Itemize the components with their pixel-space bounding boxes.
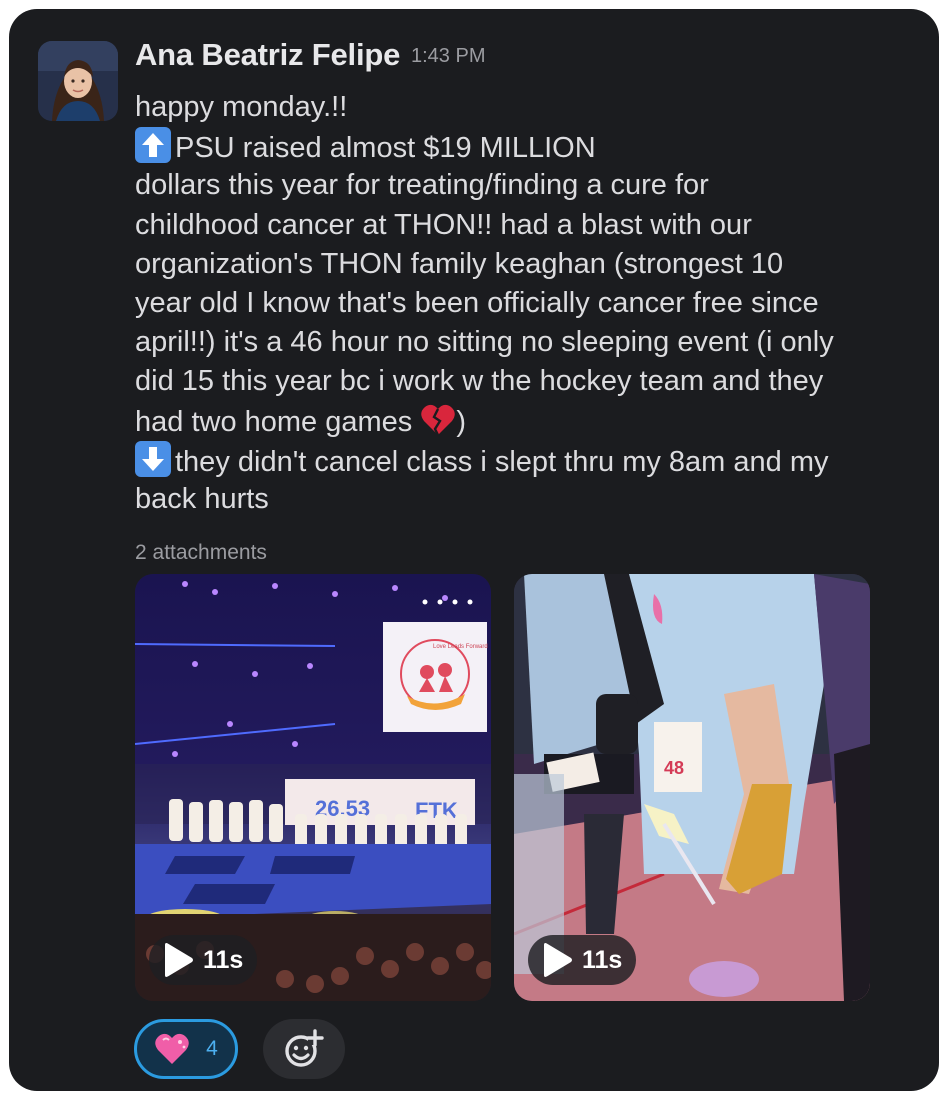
arrow-down-emoji-icon xyxy=(135,440,171,477)
message-line-text: they didn't cancel class i slept thru my… xyxy=(175,445,829,478)
video-duration: 11s xyxy=(203,945,244,974)
message-line: had two home games ) xyxy=(135,402,925,441)
arrow-up-emoji-icon xyxy=(135,127,171,164)
video-attachment-2[interactable]: 48 11s xyxy=(514,574,870,1001)
avatar[interactable] xyxy=(38,41,118,121)
reaction-count: 4 xyxy=(206,1037,218,1060)
logo-text: Love Leads Forward xyxy=(433,644,488,650)
message-line: year old I know that's been officially c… xyxy=(135,286,819,319)
video-attachment-1[interactable]: Love Leads Forward 26,53 FTK 11s xyxy=(135,574,491,1001)
video-duration-badge[interactable]: 11s xyxy=(528,935,637,985)
race-bib-number: 48 xyxy=(664,758,684,778)
play-icon xyxy=(165,943,193,977)
video-duration-badge[interactable]: 11s xyxy=(149,935,258,985)
add-reaction-button[interactable] xyxy=(263,1019,345,1079)
message-line: happy monday.!! xyxy=(135,91,348,123)
message-line: dollars this year for treating/finding a… xyxy=(135,169,709,202)
message-line-text: PSU raised almost $19 MILLION xyxy=(175,132,596,165)
play-icon xyxy=(544,943,572,977)
message-line: they didn't cancel class i slept thru my… xyxy=(135,440,925,480)
message-line: april!!) it's a 46 hour no sitting no sl… xyxy=(135,326,834,359)
message-line-text: had two home games xyxy=(135,405,413,438)
message-line-text: ) xyxy=(456,405,467,438)
message-line: childhood cancer at THON!! had a blast w… xyxy=(135,208,752,241)
message-line: did 15 this year bc i work w the hockey … xyxy=(135,365,824,398)
broken-heart-emoji-icon xyxy=(421,404,456,436)
pink-heart-icon xyxy=(155,1033,189,1064)
message-line: PSU raised almost $19 MILLION xyxy=(135,127,925,166)
heart-reaction-button[interactable]: 4 xyxy=(134,1019,238,1079)
message-timestamp[interactable]: 1:43 PM xyxy=(411,45,485,68)
video-duration: 11s xyxy=(582,945,623,974)
message-line: organization's THON family keaghan (stro… xyxy=(135,247,784,280)
add-reaction-icon xyxy=(285,1029,324,1067)
message-card: Ana Beatriz Felipe 1:43 PM happy monday.… xyxy=(9,9,939,1091)
message-text: happy monday.!! PSU raised almost $19 MI… xyxy=(135,88,925,519)
attachments-label: 2 attachments xyxy=(135,541,267,564)
author-name[interactable]: Ana Beatriz Felipe xyxy=(135,37,400,73)
message-line: back hurts xyxy=(135,482,269,515)
